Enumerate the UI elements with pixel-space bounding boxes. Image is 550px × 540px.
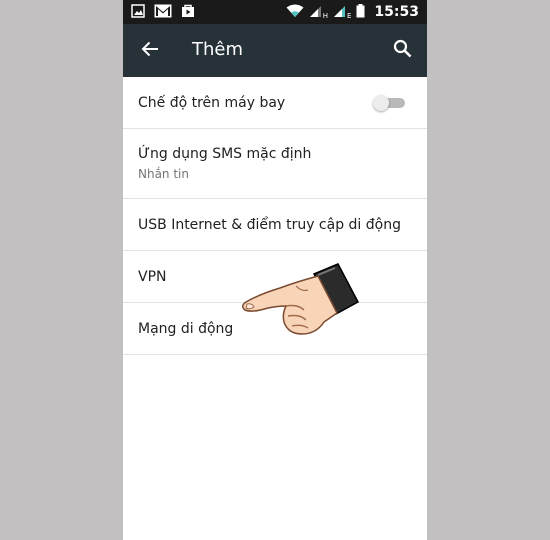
network-type-sim2: E [346,12,352,20]
status-bar: H E 15:53 [123,0,427,24]
search-icon [393,39,412,62]
setting-title: Mạng di động [138,320,234,337]
setting-vpn[interactable]: VPN [123,251,427,303]
wifi-icon [286,3,304,22]
setting-subtitle: Nhắn tin [138,167,189,181]
app-bar: Thêm [123,24,427,77]
setting-default-sms-app[interactable]: Ứng dụng SMS mặc định Nhắn tin [123,129,427,199]
settings-list: Chế độ trên máy bay Ứng dụng SMS mặc địn… [123,77,427,355]
setting-title: VPN [138,268,167,285]
signal-sim2-icon [333,3,346,22]
notification-icons [131,3,195,22]
battery-icon [356,3,365,22]
arrow-left-icon [141,40,159,62]
toggle-thumb [373,95,389,111]
page-title: Thêm [192,39,244,60]
back-button[interactable] [137,38,163,64]
setting-usb-internet-hotspot[interactable]: USB Internet & điểm truy cập di động [123,199,427,251]
gmail-notification-icon [154,3,172,22]
store-notification-icon [181,3,195,22]
setting-mobile-network[interactable]: Mạng di động [123,303,427,355]
clock: 15:53 [374,4,419,20]
search-button[interactable] [389,37,415,63]
signal-sim1-icon [309,3,322,22]
airplane-mode-toggle[interactable] [373,95,405,111]
setting-title: Ứng dụng SMS mặc định [138,146,312,162]
setting-airplane-mode[interactable]: Chế độ trên máy bay [123,77,427,129]
image-notification-icon [131,3,145,22]
network-type-sim1: H [322,12,328,20]
system-status-icons: H E 15:53 [286,0,419,24]
phone-screen: H E 15:53 Thêm Chế độ trên máy bay Ứng d… [123,0,427,540]
setting-title: USB Internet & điểm truy cập di động [138,216,401,233]
